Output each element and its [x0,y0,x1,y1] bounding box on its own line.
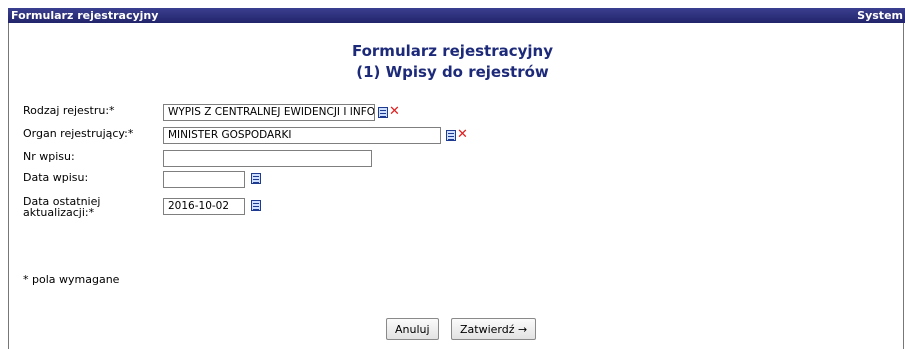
confirm-button[interactable]: Zatwierdź → [451,318,537,340]
title-bar-title: Formularz rejestracyjny [11,9,159,22]
title-bar-system: System [857,9,903,22]
data-wpisu-field[interactable] [163,171,245,188]
organ-rejestrujacy-clear-icon[interactable]: ✕ [457,128,468,141]
page-title: Formularz rejestracyjny [351,42,554,60]
rodzaj-rejestru-list-icon[interactable] [378,107,388,118]
data-wpisu-calendar-icon[interactable] [251,173,261,184]
data-wpisu-label: Data wpisu: [23,171,89,184]
cancel-button[interactable]: Anuluj [386,318,439,340]
page-subtitle: (1) Wpisy do rejestrów [356,63,549,81]
rodzaj-rejestru-field[interactable]: WYPIS Z CENTRALNEJ EWIDENCJI I INFORMACJ… [163,104,375,121]
rodzaj-rejestru-label: Rodzaj rejestru:* [23,104,115,117]
organ-rejestrujacy-list-icon[interactable] [446,130,456,141]
nr-wpisu-label: Nr wpisu: [23,150,75,163]
organ-rejestrujacy-field[interactable]: MINISTER GOSPODARKI [163,127,441,144]
data-aktualizacji-calendar-icon[interactable] [251,200,261,211]
data-aktualizacji-field[interactable]: 2016-10-02 [163,198,245,215]
title-bar: Formularz rejestracyjny System [8,8,905,23]
nr-wpisu-field[interactable] [163,150,372,167]
organ-rejestrujacy-label: Organ rejestrujący:* [23,127,134,140]
rodzaj-rejestru-clear-icon[interactable]: ✕ [389,105,400,118]
required-note: * pola wymagane [23,273,120,286]
data-aktualizacji-label-line2: aktualizacji:* [23,206,95,219]
